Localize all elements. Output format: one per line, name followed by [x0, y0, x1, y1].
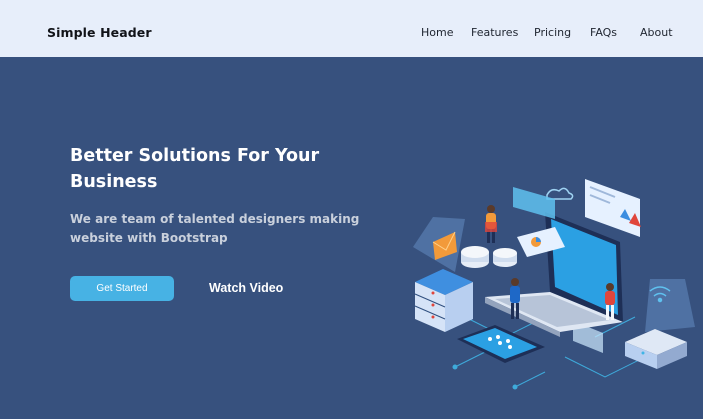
hero-title: Better Solutions For Your Business: [70, 146, 320, 192]
get-started-button[interactable]: Get Started: [70, 276, 174, 301]
nav-link-home[interactable]: Home: [421, 26, 453, 39]
chart-panel-icon: [585, 179, 641, 237]
nav-link-pricing[interactable]: Pricing: [534, 26, 571, 39]
hero-illustration: [413, 179, 695, 390]
nav-link-about[interactable]: About: [640, 26, 673, 39]
watch-video-link[interactable]: Watch Video: [209, 281, 283, 295]
nav-link-features[interactable]: Features: [471, 26, 518, 39]
server-right: [625, 329, 687, 369]
hero-subtitle: We are team of talented designers making…: [70, 212, 360, 245]
server-stack-left: [414, 269, 473, 332]
nav-link-faqs[interactable]: FAQs: [590, 26, 617, 39]
light-beam-right: [645, 279, 695, 332]
cloud-icon: [546, 187, 574, 200]
smartphone: [457, 325, 545, 363]
person-standing-top: [485, 205, 497, 243]
hero-section: Better Solutions For Your Business We ar…: [0, 57, 703, 419]
pedestals: [461, 246, 517, 268]
main-nav: Home Features Pricing FAQs About: [0, 26, 703, 42]
site-header: Simple Header Home Features Pricing FAQs…: [0, 0, 703, 57]
